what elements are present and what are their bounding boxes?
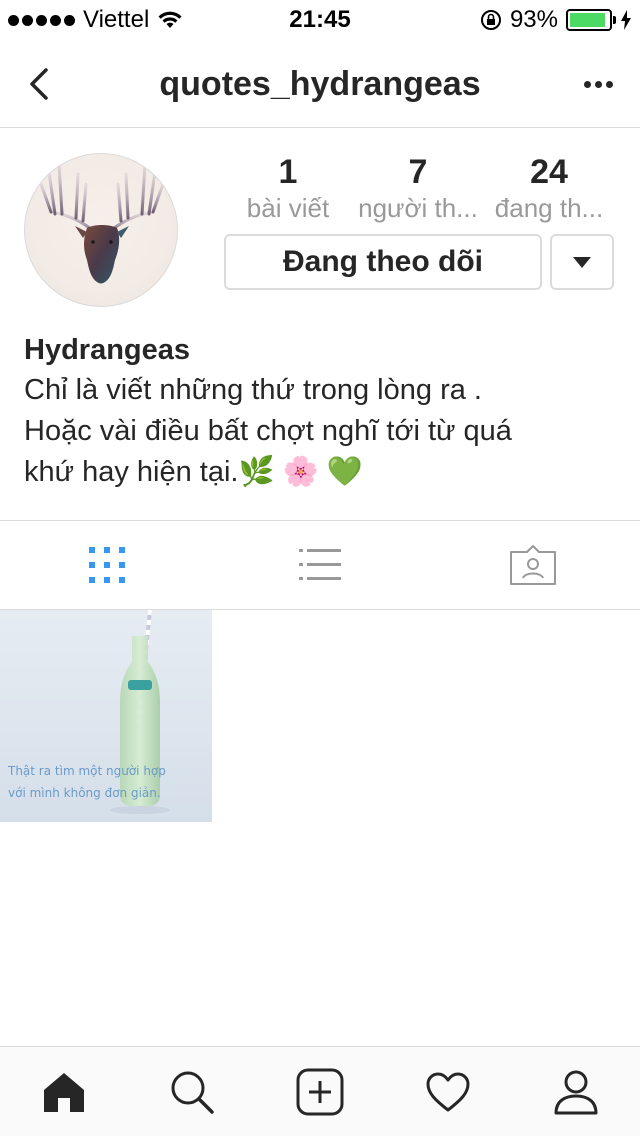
following-label: đang th... <box>494 193 604 223</box>
profile-stats: 1 bài viết 7 người th... 24 đang th... <box>224 152 614 224</box>
tab-home[interactable] <box>0 1047 128 1136</box>
battery-icon <box>566 9 616 31</box>
heart-icon <box>426 1072 470 1111</box>
tab-activity[interactable] <box>384 1047 512 1136</box>
posts-count: 1 <box>278 153 298 191</box>
home-icon <box>44 1072 84 1112</box>
nav-bar: quotes_hydrangeas <box>0 40 640 128</box>
following-count: 24 <box>530 153 568 191</box>
bio-text: Chỉ là viết những thứ trong lòng ra . Ho… <box>24 374 512 488</box>
battery-percent: 93% <box>509 6 558 33</box>
more-dots-icon <box>583 80 591 88</box>
status-right: 93% <box>480 6 632 34</box>
posts-grid: Thật ra tìm một người hợp với mình không… <box>0 610 640 822</box>
page-title: quotes_hydrangeas <box>159 65 481 103</box>
following-count-stat[interactable]: 24 đang th... <box>488 152 610 224</box>
caret-down-icon <box>573 256 591 268</box>
rotation-lock-icon <box>480 10 501 30</box>
tagged-photos-icon <box>510 545 557 585</box>
add-post-icon <box>296 1068 344 1115</box>
followers-count-stat[interactable]: 7 người th... <box>352 152 484 224</box>
grid-view-icon <box>88 547 125 583</box>
post-thumbnail[interactable]: Thật ra tìm một người hợp với mình không… <box>0 610 212 822</box>
list-view-icon <box>298 549 341 580</box>
followers-count: 7 <box>408 153 428 191</box>
posts-count-stat[interactable]: 1 bài viết <box>238 152 338 224</box>
profile-bio: Hydrangeas Chỉ là viết những thứ trong l… <box>24 330 624 493</box>
profile-name: Hydrangeas <box>24 334 191 366</box>
posts-label: bài viết <box>246 193 330 223</box>
tab-search[interactable] <box>128 1047 256 1136</box>
search-icon <box>171 1071 214 1114</box>
followers-label: người th... <box>358 193 478 223</box>
tab-add-post[interactable] <box>256 1047 384 1136</box>
suggestions-dropdown-button[interactable] <box>550 234 614 290</box>
post-caption: Thật ra tìm một người hợp với mình không… <box>8 764 166 800</box>
profile-icon <box>554 1070 598 1114</box>
moose-avatar-image <box>39 162 165 284</box>
following-button[interactable]: Đang theo dõi <box>224 234 542 290</box>
profile-avatar[interactable] <box>24 153 178 307</box>
tab-tagged-photos[interactable] <box>427 521 640 609</box>
tab-profile[interactable] <box>512 1047 640 1136</box>
charging-bolt-icon <box>621 10 631 30</box>
tab-grid-view[interactable] <box>0 521 213 609</box>
more-options-button[interactable] <box>576 62 620 106</box>
status-bar: Viettel 21:45 93% <box>0 0 640 40</box>
bottom-tab-bar <box>0 1046 640 1136</box>
tab-list-view[interactable] <box>213 521 426 609</box>
profile-view-tabs <box>0 520 640 610</box>
